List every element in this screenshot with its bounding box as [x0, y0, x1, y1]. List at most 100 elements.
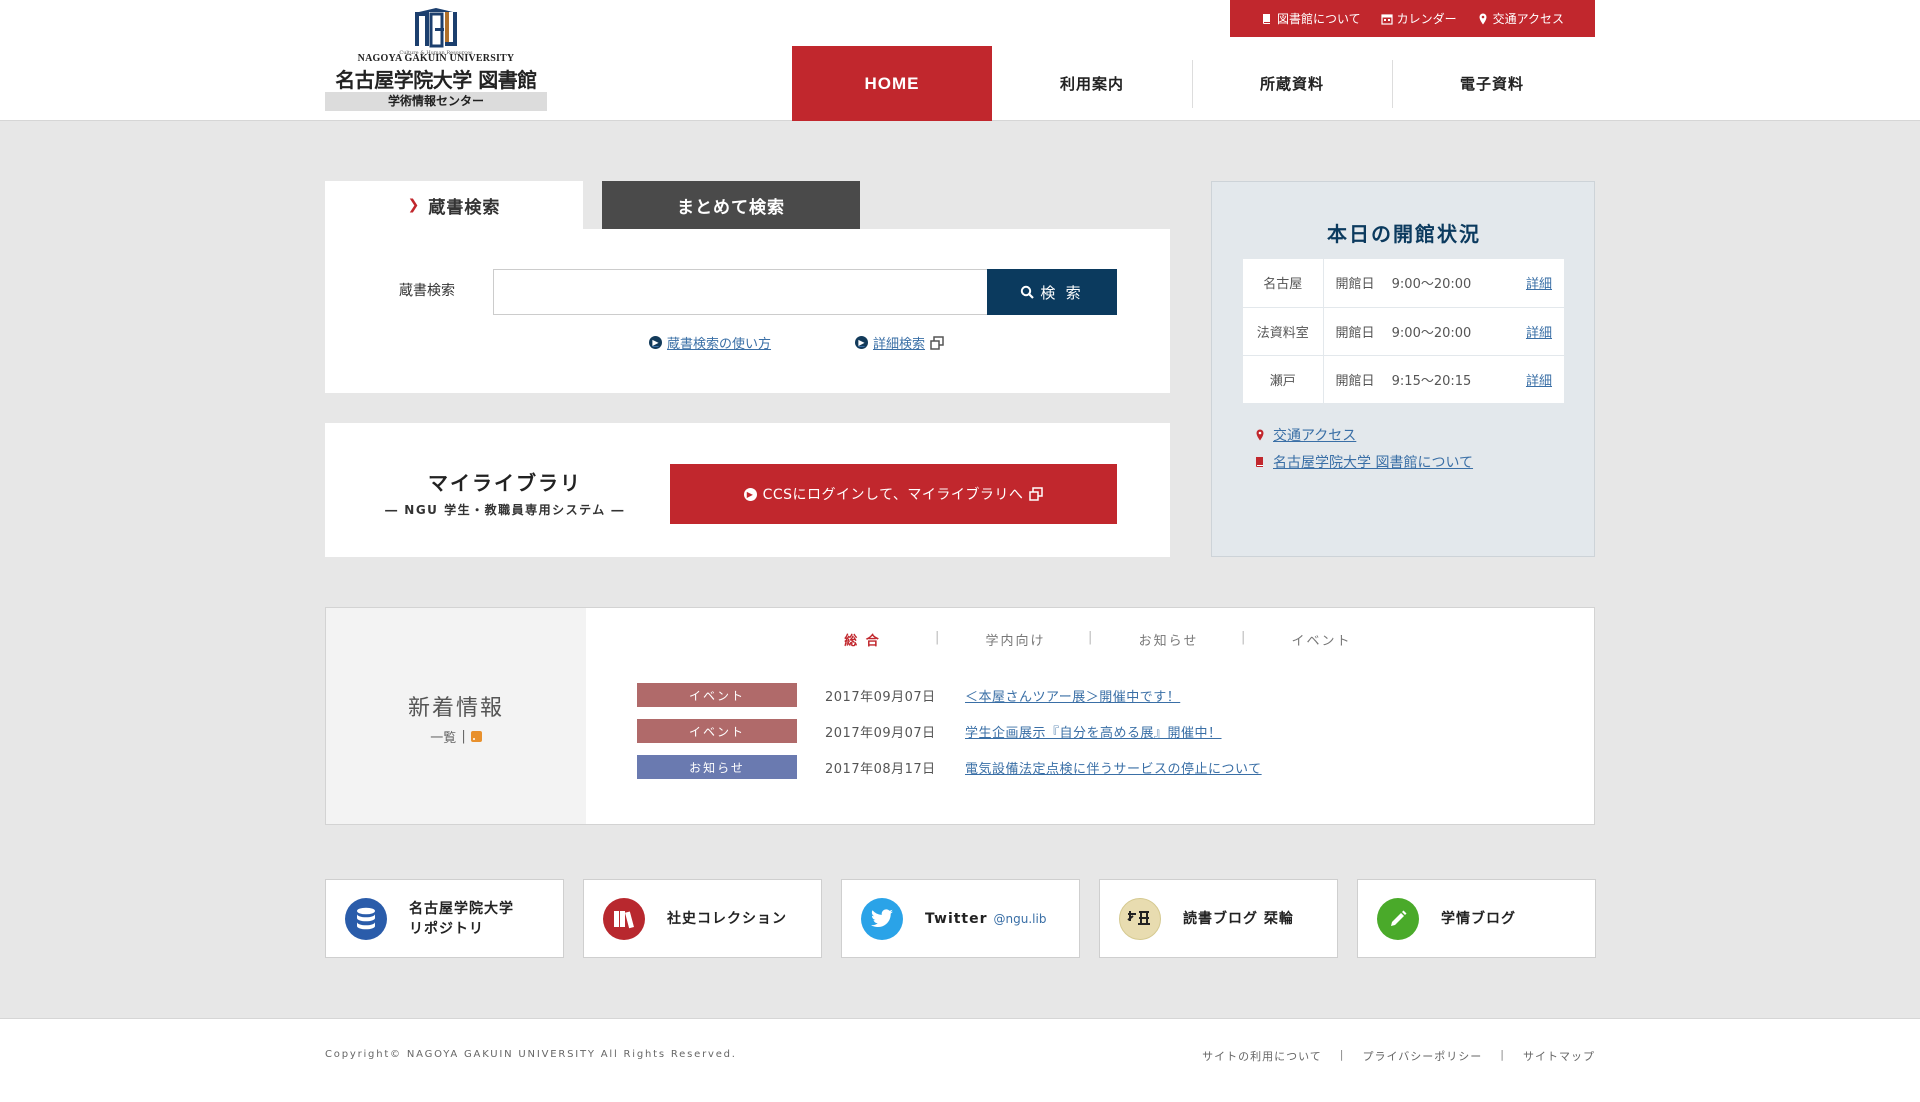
topbar-link-about[interactable]: 図書館について [1261, 10, 1361, 27]
utility-bar: 図書館について カレンダー 交通アクセス [1230, 0, 1595, 37]
divider: | [1500, 1048, 1505, 1061]
news-more: 一覧 | [326, 727, 586, 746]
footer-links: サイトの利用について | プライバシーポリシー | サイトマップ [1202, 1048, 1595, 1064]
site-footer: Copyright© NAGOYA GAKUIN UNIVERSITY All … [0, 1018, 1920, 1102]
opening-status-title: 本日の開館状況 [1327, 222, 1481, 246]
opening-status-table: 名古屋 開館日 9:00〜20:00 詳細 法資料室 開館日 9:00〜20:0… [1243, 259, 1564, 404]
pencil-icon [1377, 897, 1419, 940]
site-logo[interactable]: Culture & Human Resources NAGOYA GAKUIN … [325, 8, 547, 111]
news-tab-events[interactable]: イベント [1241, 630, 1398, 649]
tab-label: まとめて検索 [677, 197, 785, 218]
arrow-right-circle-icon: ▶ [743, 487, 757, 501]
search-howto-link[interactable]: ▶ 蔵書検索の使い方 [649, 333, 771, 352]
map-pin-icon [1479, 13, 1487, 24]
link-label: 名古屋学院大学 図書館について [1273, 455, 1474, 471]
news-tab-notices[interactable]: お知らせ [1088, 630, 1245, 649]
book-icon [1262, 13, 1270, 24]
company-history-card[interactable]: 社史コレクション [583, 879, 822, 958]
card-label-main: Twitter [925, 910, 988, 927]
new-window-icon [1029, 487, 1044, 501]
topbar-link-calendar[interactable]: カレンダー [1381, 10, 1457, 27]
card-label: 名古屋学院大学 リポジトリ [409, 899, 514, 939]
news-date: 2017年09月07日 [825, 689, 936, 705]
rss-icon[interactable] [470, 731, 482, 742]
nav-home[interactable]: HOME [792, 46, 992, 121]
status-state: 開館日 [1335, 277, 1375, 293]
my-library-title: マイライブラリ [428, 471, 582, 495]
news-tab-campus[interactable]: 学内向け [935, 630, 1092, 649]
chevron-down-icon: ❯ [407, 197, 421, 213]
footer-link-privacy[interactable]: プライバシーポリシー [1363, 1048, 1483, 1064]
tab-catalog-search[interactable]: ❯ 蔵書検索 [325, 181, 583, 229]
detail-link[interactable]: 詳細 [1514, 259, 1564, 308]
twitter-card[interactable]: Twitter @ngu.lib [841, 879, 1080, 958]
status-hours: 9:00〜20:00 [1391, 325, 1472, 341]
catalog-search-panel: 蔵書検索 検 索 ▶ 蔵書検索の使い方 ▶ 詳細検索 [325, 229, 1170, 393]
reading-blog-card[interactable]: 読書ブログ 栞輪 [1099, 879, 1338, 958]
tab-label: 蔵書検索 [428, 197, 501, 218]
location-cell: 瀬戸 [1243, 355, 1324, 404]
repository-card[interactable]: 名古屋学院大学 リポジトリ [325, 879, 564, 958]
nav-electronic[interactable]: 電子資料 [1392, 46, 1592, 121]
about-library-link[interactable]: 名古屋学院大学 図書館について [1254, 452, 1473, 472]
blog-logo-icon [1119, 897, 1161, 940]
news-badge: イベント [637, 683, 797, 707]
status-hours: 9:15〜20:15 [1391, 373, 1472, 389]
status-cell: 開館日 9:15〜20:15 [1323, 355, 1514, 404]
news-list-link[interactable]: 一覧 [430, 727, 456, 746]
detail-link[interactable]: 詳細 [1514, 307, 1564, 356]
search-input[interactable] [493, 269, 988, 315]
my-library-panel: マイライブラリ ― NGU 学生・教職員専用システム ― ▶ CCSにログインし… [325, 423, 1170, 557]
nav-holdings[interactable]: 所蔵資料 [1192, 46, 1392, 121]
info-blog-card[interactable]: 学情ブログ [1357, 879, 1596, 958]
book-icon [1256, 457, 1263, 467]
news-badge: お知らせ [637, 755, 797, 779]
copyright: Copyright© NAGOYA GAKUIN UNIVERSITY All … [325, 1049, 737, 1060]
my-library-login-button[interactable]: ▶ CCSにログインして、マイライブラリへ [670, 464, 1117, 524]
detail-link[interactable]: 詳細 [1514, 355, 1564, 404]
tab-batch-search[interactable]: まとめて検索 [602, 181, 860, 229]
card-label: 読書ブログ 栞輪 [1183, 910, 1294, 927]
table-row: 瀬戸 開館日 9:15〜20:15 詳細 [1243, 355, 1564, 404]
news-panel: 新着情報 一覧 | 総 合 学内向け お知らせ イベント イベント 2017年0… [325, 607, 1595, 825]
search-button-label: 検 索 [1040, 284, 1084, 302]
news-item: お知らせ 2017年08月17日 電気設備法定点検に伴うサービスの停止について [637, 755, 1262, 779]
news-link[interactable]: 学生企画展示『自分を高める展』開催中！ [965, 722, 1222, 741]
calendar-icon [1381, 13, 1393, 25]
footer-link-sitemap[interactable]: サイトマップ [1523, 1048, 1595, 1064]
search-icon [1021, 285, 1035, 299]
status-cell: 開館日 9:00〜20:00 [1323, 259, 1514, 308]
divider: | [1339, 1048, 1345, 1061]
books-icon [603, 897, 645, 940]
arrow-right-circle-icon: ▶ [855, 336, 868, 349]
advanced-search-link[interactable]: ▶ 詳細検索 [855, 333, 944, 352]
link-label: 交通アクセス [1273, 428, 1357, 444]
nav-guide[interactable]: 利用案内 [992, 46, 1192, 121]
button-label: CCSにログインして、マイライブラリへ [762, 487, 1024, 503]
topbar-link-label: カレンダー [1396, 12, 1457, 26]
link-label: 詳細検索 [873, 337, 926, 352]
location-cell: 名古屋 [1243, 259, 1324, 308]
search-button[interactable]: 検 索 [987, 269, 1117, 315]
news-tab-all[interactable]: 総 合 [786, 630, 939, 649]
news-tabs: 総 合 学内向け お知らせ イベント [786, 630, 1398, 649]
card-label-line1: 名古屋学院大学 [409, 900, 514, 917]
status-state: 開館日 [1335, 373, 1375, 389]
logo-title: 名古屋学院大学 図書館 [335, 68, 537, 92]
card-label-line2: リポジトリ [409, 920, 484, 937]
card-label-handle: @ngu.lib [993, 911, 1047, 926]
news-link[interactable]: ＜本屋さんツアー展＞開催中です！ [965, 686, 1180, 705]
ngu-logo-mark-icon [415, 8, 457, 48]
logo-subtitle: 学術情報センター [325, 92, 547, 111]
access-link[interactable]: 交通アクセス [1254, 425, 1356, 445]
footer-link-terms[interactable]: サイトの利用について [1202, 1048, 1322, 1064]
arrow-right-circle-icon: ▶ [649, 336, 662, 349]
topbar-link-access[interactable]: 交通アクセス [1477, 10, 1564, 27]
news-date: 2017年08月17日 [825, 761, 936, 777]
status-state: 開館日 [1335, 325, 1375, 341]
news-link[interactable]: 電気設備法定点検に伴うサービスの停止について [965, 758, 1262, 777]
card-label: Twitter @ngu.lib [925, 909, 1046, 929]
location-cell: 法資料室 [1243, 307, 1324, 356]
status-cell: 開館日 9:00〜20:00 [1323, 307, 1514, 356]
site-header: Culture & Human Resources NAGOYA GAKUIN … [0, 0, 1920, 121]
